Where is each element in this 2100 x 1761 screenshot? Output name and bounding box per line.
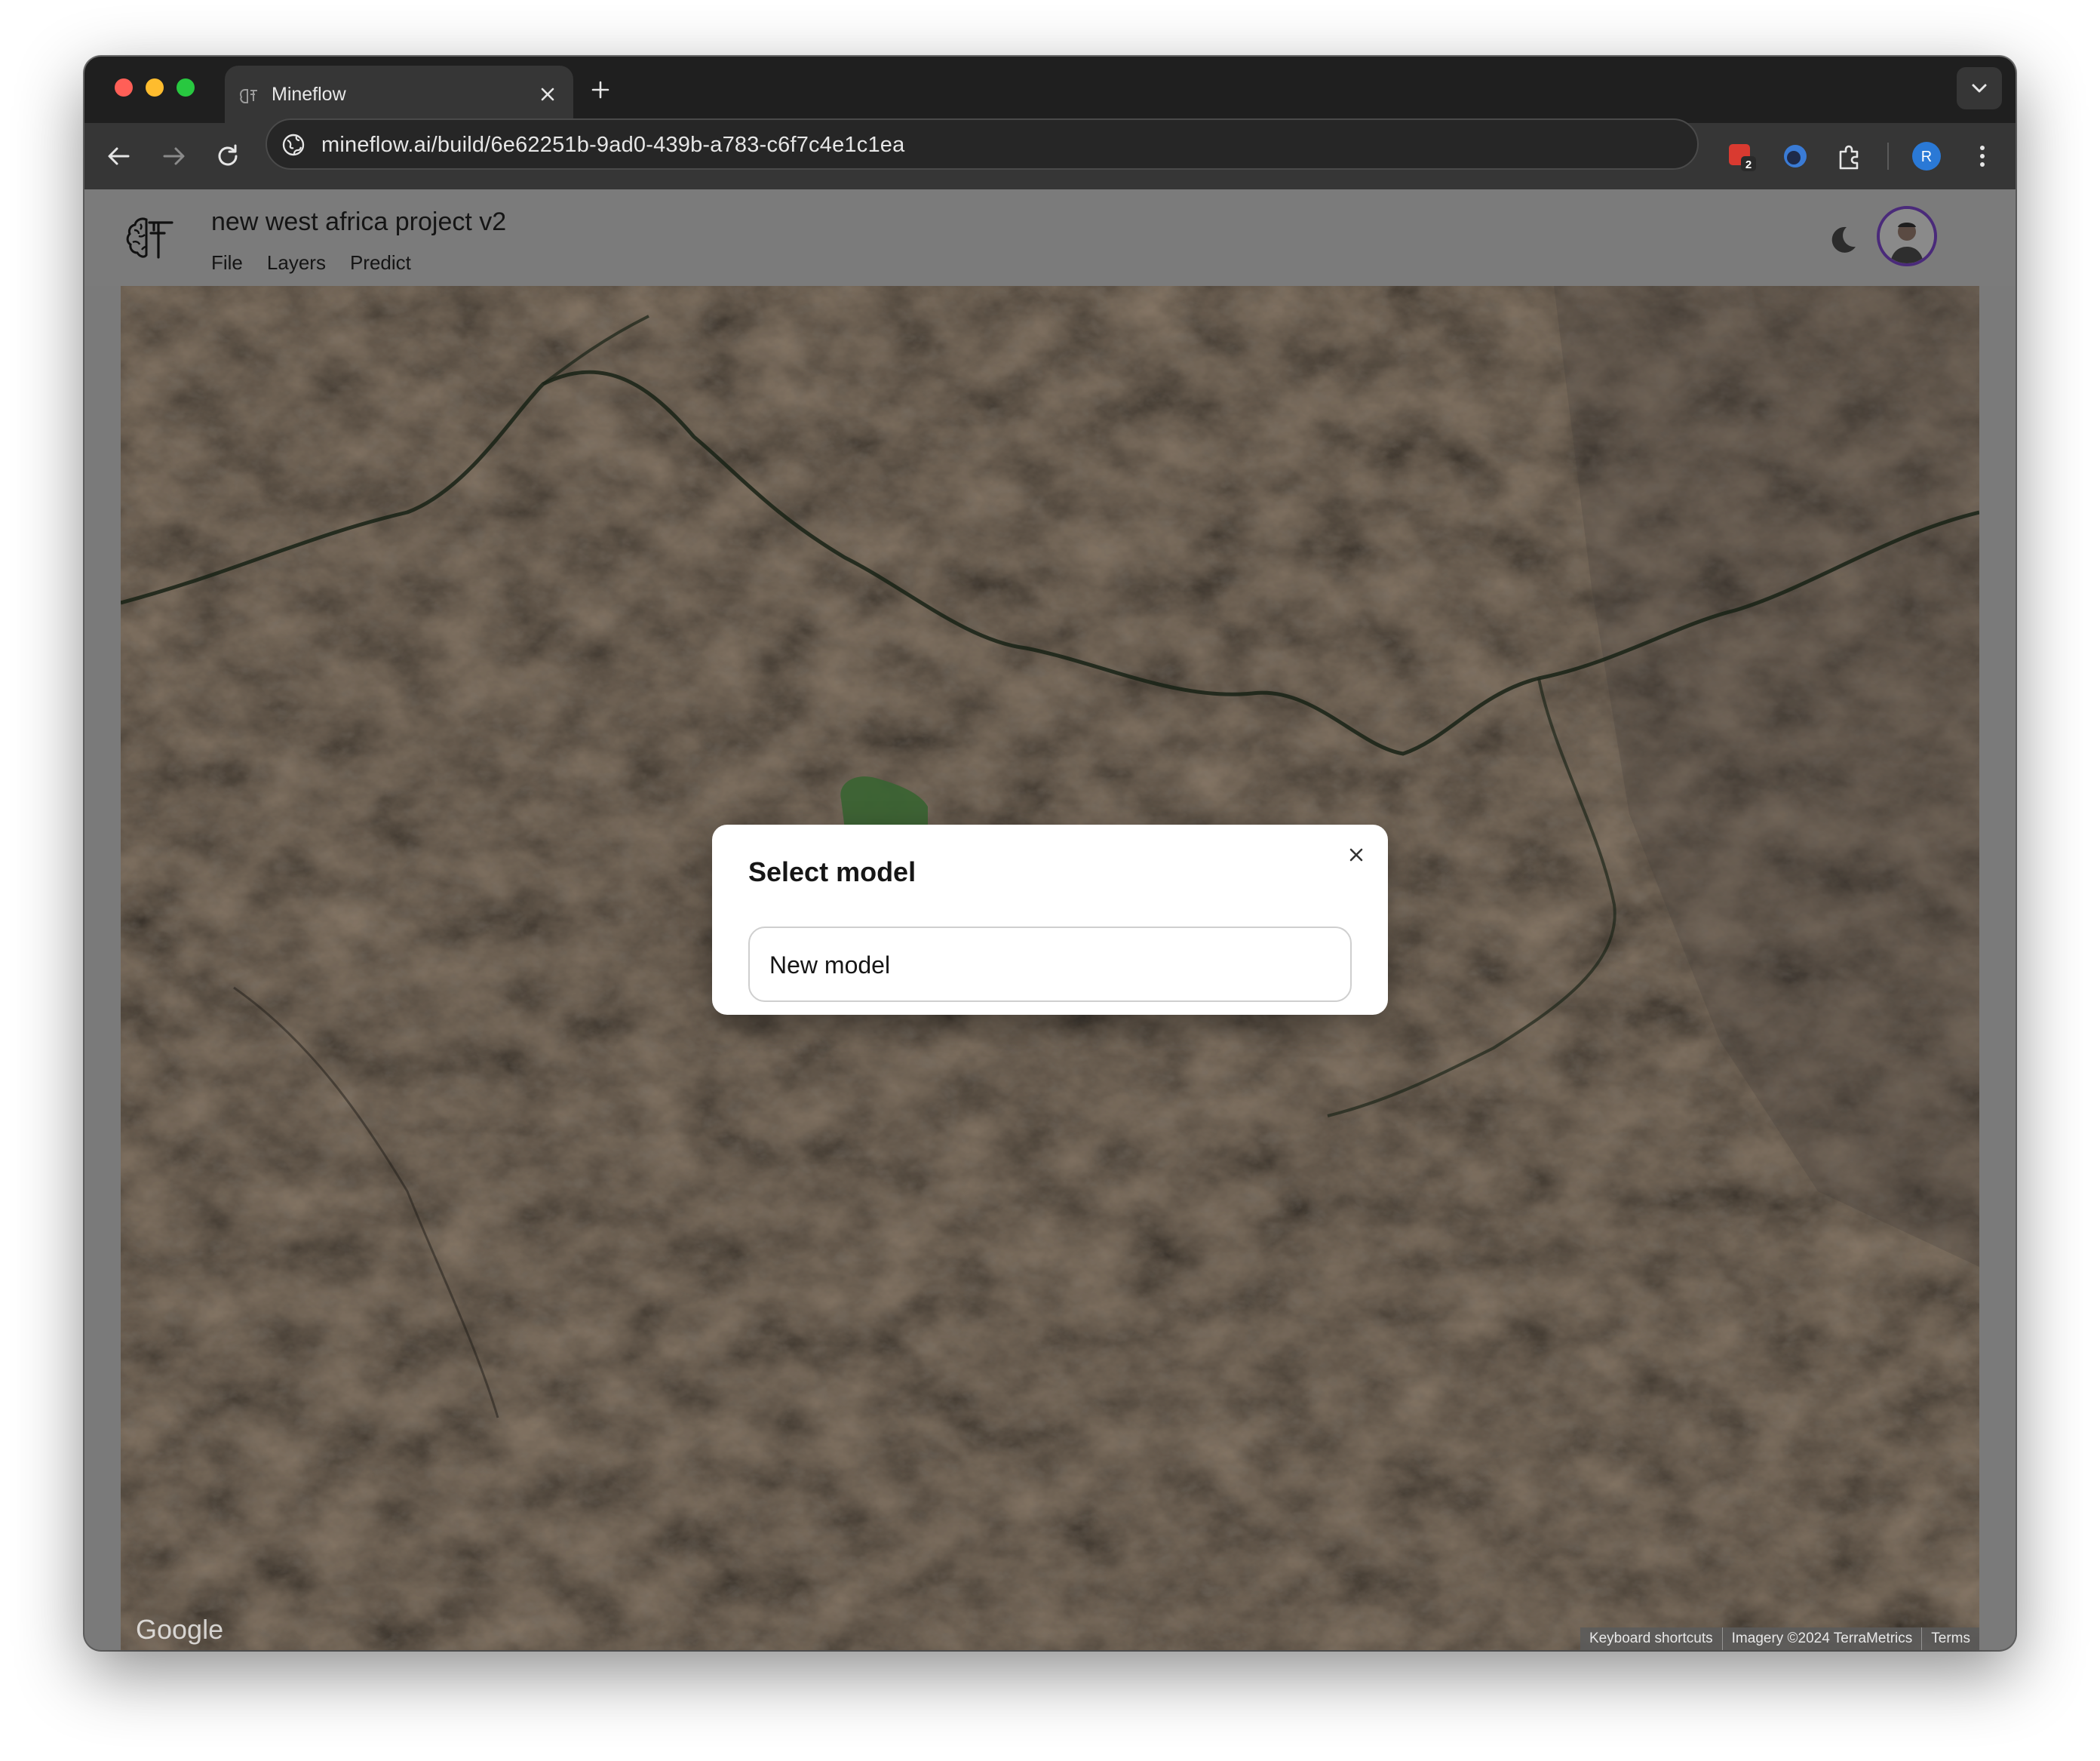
tab-strip: Mineflow [84, 57, 2016, 123]
dialog-title: Select model [748, 856, 916, 887]
more-vertical-icon[interactable] [1966, 140, 1999, 173]
tab-search-button[interactable] [1957, 67, 2002, 109]
new-tab-icon[interactable] [587, 76, 614, 103]
extension-badge-count: 2 [1745, 158, 1752, 171]
keyboard-shortcuts-link[interactable]: Keyboard shortcuts [1580, 1627, 1722, 1650]
window-close-button[interactable] [115, 78, 133, 97]
app-menu: File Layers Predict [211, 251, 411, 275]
close-tab-icon[interactable] [534, 81, 561, 108]
browser-window: Mineflow 2 R mineflow.ai/build/6e62251b-… [84, 57, 2016, 1650]
user-avatar[interactable] [1877, 206, 1937, 266]
profile-initial: R [1921, 149, 1932, 165]
forward-arrow-icon[interactable] [157, 140, 190, 173]
model-option-new-model[interactable]: New model [748, 927, 1352, 1002]
model-option-label: New model [769, 951, 891, 979]
brain-favicon-icon [239, 89, 257, 103]
menu-file[interactable]: File [211, 251, 243, 275]
imagery-credit: Imagery ©2024 TerraMetrics [1721, 1627, 1922, 1650]
terms-link[interactable]: Terms [1921, 1627, 1979, 1650]
chevron-down-icon [1972, 84, 1987, 93]
profile-button[interactable]: R [1910, 140, 1943, 173]
url-text: mineflow.ai/build/6e62251b-9ad0-439b-a78… [321, 133, 905, 157]
extension-red-icon: 2 [1729, 144, 1756, 171]
window-minimize-button[interactable] [146, 78, 164, 97]
app-header: new west africa project v2 File Layers P… [84, 189, 2016, 286]
reload-icon[interactable] [211, 140, 244, 173]
address-bar[interactable]: mineflow.ai/build/6e62251b-9ad0-439b-a78… [266, 118, 1699, 170]
moon-icon[interactable] [1824, 221, 1860, 257]
extension-badge-button[interactable]: 2 [1724, 140, 1758, 173]
menu-layers[interactable]: Layers [267, 251, 326, 275]
extensions-puzzle-icon[interactable] [1833, 140, 1866, 173]
tab-title: Mineflow [272, 84, 346, 105]
browser-tab[interactable]: Mineflow [225, 66, 573, 123]
close-icon[interactable] [1343, 841, 1370, 868]
extension-circle-icon[interactable] [1779, 140, 1812, 173]
menu-predict[interactable]: Predict [350, 251, 411, 275]
google-logo: Google [136, 1614, 224, 1645]
site-info-icon[interactable] [281, 132, 306, 158]
brain-logo-icon[interactable] [124, 211, 178, 265]
project-title: new west africa project v2 [211, 207, 507, 236]
profile-avatar-icon: R [1912, 142, 1941, 171]
window-zoom-button[interactable] [177, 78, 195, 97]
back-arrow-icon[interactable] [103, 140, 136, 173]
select-model-dialog: Select model New model [712, 825, 1388, 1015]
map-attribution: Keyboard shortcuts Imagery ©2024 TerraMe… [1580, 1627, 1979, 1650]
toolbar-divider [1887, 143, 1889, 170]
user-photo-icon [1880, 209, 1934, 263]
